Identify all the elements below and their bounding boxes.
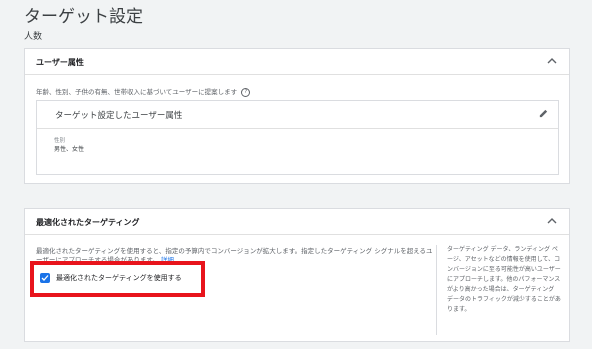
gender-value: 男性、女性 <box>54 146 85 153</box>
user-attributes-description: 年齢、性別、子供の有無、世帯収入に基づいてユーザーに提案します ? <box>36 86 251 97</box>
edit-pencil-icon[interactable] <box>538 108 549 119</box>
chevron-up-icon[interactable] <box>547 217 557 225</box>
description-text: 年齢、性別、子供の有無、世帯収入に基づいてユーザーに提案します <box>36 88 238 96</box>
highlight-box <box>30 261 205 297</box>
section-label: 人数 <box>24 32 43 42</box>
page-title: ターゲット設定 <box>24 7 143 27</box>
targeted-attributes-header: ターゲット設定したユーザー属性 <box>37 101 558 129</box>
card-title: ユーザー属性 <box>36 58 84 67</box>
gender-label: 性別 <box>54 138 66 144</box>
user-attributes-card: ユーザー属性 年齢、性別、子供の有無、世帯収入に基づいてユーザーに提案します ?… <box>24 48 570 184</box>
side-note: ターゲティング データ、ランディング ページ、アセットなどの情報を使用して、コン… <box>436 245 562 335</box>
optimized-targeting-header[interactable]: 最適化されたターゲティング <box>25 209 569 235</box>
targeted-attributes-title: ターゲット設定したユーザー属性 <box>55 111 183 121</box>
user-attributes-header[interactable]: ユーザー属性 <box>25 49 569 75</box>
card-title: 最適化されたターゲティング <box>36 218 140 227</box>
targeted-attributes-box: ターゲット設定したユーザー属性 性別 男性、女性 <box>36 100 559 175</box>
chevron-up-icon[interactable] <box>547 57 557 65</box>
help-icon[interactable]: ? <box>241 87 251 97</box>
